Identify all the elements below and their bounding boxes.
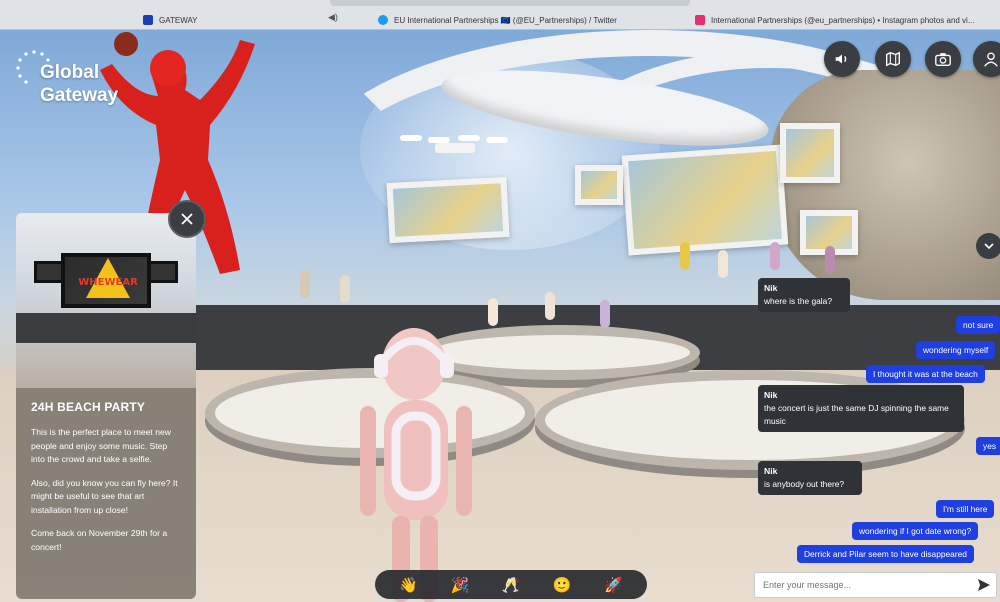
send-icon: [978, 579, 990, 591]
thumb-stage: [16, 313, 196, 343]
chat-message-own: Derrick and Pilar seem to have disappear…: [797, 545, 974, 563]
thumb-screen: [148, 261, 178, 283]
player-avatar[interactable]: [352, 326, 482, 602]
browser-tab-strip: GATEWAY ◀) EU International Partnerships…: [0, 0, 1000, 30]
cheers-emote-button[interactable]: 🥂: [498, 573, 524, 597]
video-screen[interactable]: [575, 165, 623, 205]
speaker-icon: [835, 54, 847, 64]
avatar[interactable]: [340, 275, 350, 303]
browser-tab-gateway[interactable]: GATEWAY: [143, 10, 333, 30]
avatar[interactable]: [545, 292, 555, 320]
speaker-tab-icon: ◀): [328, 12, 338, 22]
drone-sculpture: [400, 135, 510, 159]
message-author: Nik: [764, 466, 778, 476]
map-button[interactable]: [875, 41, 911, 77]
emote-bar: 👋 🎉 🥂 🙂 🚀: [375, 570, 647, 599]
close-info-button[interactable]: [168, 200, 206, 238]
instagram-favicon-icon: [695, 15, 705, 25]
gateway-favicon-icon: [143, 15, 153, 25]
message-text: where is the gala?: [764, 296, 832, 306]
thumb-text: WHEWEAR: [78, 277, 138, 288]
chat-message-own: wondering myself: [916, 341, 996, 359]
wave-emote-button[interactable]: 👋: [396, 573, 422, 597]
chat-input-box: [754, 572, 997, 598]
location-info-panel: WHEWEAR 24H BEACH PARTY This is the perf…: [16, 213, 196, 599]
chat-message: Nik is anybody out there?: [758, 461, 862, 495]
global-gateway-logo: Global Gateway: [14, 48, 164, 118]
avatar[interactable]: [488, 298, 498, 326]
info-title: 24H BEACH PARTY: [31, 400, 146, 414]
party-emote-button[interactable]: 🎉: [447, 573, 473, 597]
chat-message-own: wondering if I got date wrong?: [852, 522, 979, 540]
rock-formation: [770, 70, 1000, 300]
twitter-favicon-icon: [378, 15, 388, 25]
logo-line-2: Gateway: [40, 85, 119, 106]
map-icon: [886, 51, 900, 67]
user-icon: [984, 52, 998, 67]
chat-message: Nik where is the gala?: [758, 278, 850, 312]
chat-message: Nik the concert is just the same DJ spin…: [758, 385, 964, 432]
video-screen[interactable]: [386, 176, 510, 244]
info-paragraph: Come back on November 29th for a concert…: [31, 528, 168, 552]
avatar[interactable]: [600, 300, 610, 328]
info-body: 24H BEACH PARTY This is the perfect plac…: [16, 388, 196, 599]
chat-message-own: yes: [976, 437, 1000, 455]
browser-tab-twitter[interactable]: EU International Partnerships 🇪🇺 (@EU_Pa…: [378, 10, 678, 30]
browser-tab-instagram[interactable]: International Partnerships (@eu_partners…: [695, 10, 1000, 30]
camera-icon: [935, 53, 951, 66]
video-screen[interactable]: [780, 123, 840, 183]
avatar[interactable]: [680, 242, 690, 270]
camera-button[interactable]: [925, 41, 961, 77]
avatar[interactable]: [770, 242, 780, 270]
tab-label: EU International Partnerships 🇪🇺 (@EU_Pa…: [394, 15, 617, 25]
message-author: Nik: [764, 390, 778, 400]
sound-button[interactable]: [824, 41, 860, 77]
message-author: Nik: [764, 283, 778, 293]
smile-emote-button[interactable]: 🙂: [549, 573, 575, 597]
location-thumbnail: WHEWEAR: [16, 213, 196, 388]
message-text: the concert is just the same DJ spinning…: [764, 403, 949, 426]
close-icon: [181, 213, 193, 225]
chat-message-own: not sure: [956, 316, 1000, 334]
tab-label: GATEWAY: [159, 15, 198, 25]
rocket-emote-button[interactable]: 🚀: [600, 573, 626, 597]
logo-line-1: Global: [40, 62, 100, 83]
chevron-down-icon: [984, 243, 994, 250]
send-button[interactable]: [972, 573, 996, 597]
info-paragraph: Also, did you know you can fly here? It …: [31, 477, 178, 515]
thumb-screen: [34, 261, 64, 283]
message-text: is anybody out there?: [764, 479, 845, 489]
tab-label: International Partnerships (@eu_partners…: [711, 15, 975, 25]
avatar[interactable]: [825, 246, 835, 274]
video-screen[interactable]: [621, 144, 789, 256]
address-bar-fragment[interactable]: [330, 0, 690, 6]
chat-message-own: I thought it was at the beach: [866, 365, 985, 383]
collapse-chat-button[interactable]: [976, 233, 1000, 259]
info-paragraph: This is the perfect place to meet new pe…: [31, 427, 171, 464]
message-input[interactable]: [755, 580, 972, 590]
avatar[interactable]: [300, 270, 310, 298]
avatar[interactable]: [718, 250, 728, 278]
chat-message-own: I'm still here: [936, 500, 995, 518]
